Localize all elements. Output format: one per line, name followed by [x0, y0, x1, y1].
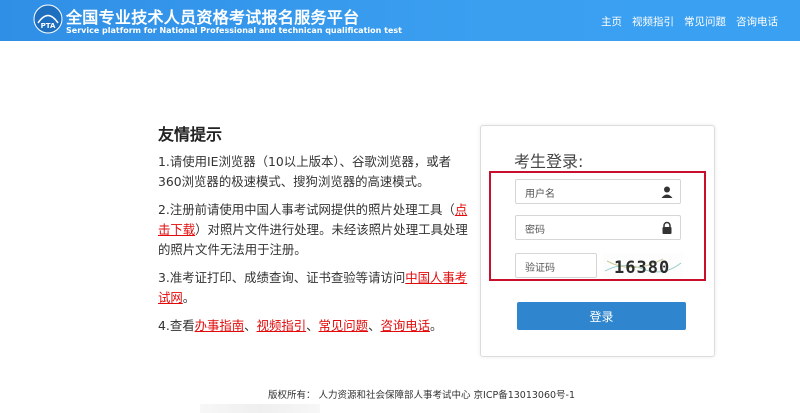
password-input[interactable]: 密码	[515, 215, 681, 240]
footer-copyright: 版权所有： 人力资源和社会保障部人事考试中心 京ICP备13013060号-1	[268, 390, 576, 401]
friendly-notice: 友情提示 1.请使用IE浏览器（10以上版本）、谷歌浏览器，或者360浏览器的极…	[158, 125, 468, 344]
notice-heading: 友情提示	[158, 125, 223, 144]
username-input[interactable]: 用户名	[515, 179, 681, 204]
nav-faq[interactable]: 常见问题	[684, 14, 726, 29]
lock-icon	[662, 221, 672, 234]
login-title: 考生登录:	[514, 152, 584, 171]
guide-link[interactable]: 办事指南	[195, 318, 245, 333]
notice-item-4-pre: 4.查看	[158, 318, 195, 333]
notice-item-4: 4.查看办事指南、视频指引、常见问题、咨询电话。	[158, 316, 468, 336]
contact-phone-link[interactable]: 咨询电话	[380, 318, 430, 333]
faq-link[interactable]: 常见问题	[319, 318, 369, 333]
footer-fade	[200, 404, 320, 413]
svg-text:PTA: PTA	[41, 22, 56, 30]
notice-item-2-post: ）对照片文件进行处理。未经该照片处理工具处理的照片文件无法用于注册。	[158, 222, 468, 257]
top-header: PTA 全国专业技术人员资格考试报名服务平台 Service platform …	[0, 0, 800, 41]
site-subtitle: Service platform for National Profession…	[66, 26, 402, 35]
notice-item-1-text: 1.请使用IE浏览器（10以上版本）、谷歌浏览器，或者360浏览器的极速模式、搜…	[158, 154, 452, 189]
notice-item-3-post: 。	[182, 290, 196, 305]
separator: 、	[306, 318, 319, 333]
video-guide-link[interactable]: 视频指引	[257, 318, 307, 333]
nav-contact-phone[interactable]: 咨询电话	[736, 14, 778, 29]
captcha-placeholder: 验证码	[525, 263, 555, 274]
login-button[interactable]: 登录	[517, 302, 686, 330]
site-title: 全国专业技术人员资格考试报名服务平台	[66, 8, 360, 27]
nav-video-guide[interactable]: 视频指引	[632, 14, 674, 29]
separator: 、	[368, 318, 381, 333]
top-nav: 主页 视频指引 常见问题 咨询电话	[601, 14, 778, 29]
password-placeholder: 密码	[525, 225, 545, 236]
notice-item-3: 3.准考证打印、成绩查询、证书查验等请访问中国人事考试网。	[158, 268, 468, 308]
username-placeholder: 用户名	[525, 189, 555, 200]
captcha-code: 16380	[614, 258, 670, 278]
separator: 、	[244, 318, 257, 333]
captcha-input[interactable]: 验证码	[515, 253, 597, 278]
user-icon	[661, 186, 673, 198]
notice-item-2-pre: 2.注册前请使用中国人事考试网提供的照片处理工具（	[158, 202, 455, 217]
nav-home[interactable]: 主页	[601, 14, 622, 29]
notice-item-1: 1.请使用IE浏览器（10以上版本）、谷歌浏览器，或者360浏览器的极速模式、搜…	[158, 152, 468, 192]
notice-item-4-end: 。	[430, 318, 443, 333]
notice-item-2: 2.注册前请使用中国人事考试网提供的照片处理工具（点击下载）对照片文件进行处理。…	[158, 200, 468, 260]
pta-logo-icon: PTA	[33, 4, 63, 34]
captcha-image[interactable]: 16380	[603, 253, 683, 278]
notice-item-3-pre: 3.准考证打印、成绩查询、证书查验等请访问	[158, 270, 406, 285]
